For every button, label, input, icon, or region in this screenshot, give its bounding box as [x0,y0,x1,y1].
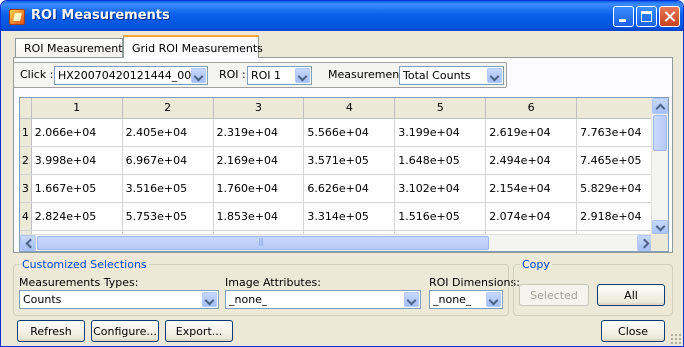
grid-table: 1 2 3 4 5 6 7 1 2.066e+04 2.405e+04 2.31… [20,98,668,251]
configure-button[interactable]: Configure... [91,320,159,342]
image-attributes-value: _none_ [229,293,268,306]
click-label: Click : [20,68,54,81]
image-attributes-select[interactable]: _none_ [225,290,421,309]
scroll-up-icon[interactable] [652,98,668,114]
grid-corner-cell [20,98,32,119]
grid-cell[interactable]: 2.319e+04 [213,118,305,147]
vertical-scrollbar[interactable] [651,98,668,236]
grid-cell[interactable]: 2.619e+04 [485,118,578,147]
horizontal-scroll-thumb[interactable] [37,236,489,250]
grid-cell[interactable]: 3.998e+04 [31,146,123,175]
minimize-button[interactable] [613,6,634,27]
copy-legend: Copy [520,258,552,271]
grid-cell[interactable]: 2.824e+05 [31,202,123,231]
roi-dimensions-value: _none_ [433,293,472,306]
tab-roi-measurements[interactable]: ROI Measurements [15,38,128,58]
grid-cell[interactable]: 3.516e+05 [122,174,214,203]
grid-cell[interactable]: 1.648e+05 [394,146,487,175]
column-header[interactable]: 5 [394,98,487,119]
roi-dimensions-select[interactable]: _none_ [429,290,503,309]
measurement-select-value: Total Counts [403,69,471,82]
chevron-down-icon [486,292,501,307]
copy-selected-button[interactable]: Selected [519,284,589,306]
grid-cell[interactable]: 2.494e+04 [485,146,578,175]
grid-cell[interactable]: 1.853e+04 [213,202,305,231]
grid-cell[interactable]: 1.516e+05 [394,202,487,231]
customized-selections-legend: Customized Selections [20,258,149,271]
chevron-down-icon [404,292,419,307]
grid-cell[interactable]: 2.405e+04 [122,118,214,147]
grid-cell[interactable]: 2.074e+04 [485,202,578,231]
row-header[interactable]: 1 [20,118,32,147]
column-header[interactable]: 4 [303,98,396,119]
click-select[interactable]: HX20070420121444_001 [54,66,208,85]
horizontal-scrollbar[interactable] [20,234,668,251]
grid-cell[interactable]: 2.154e+04 [485,174,578,203]
table-row: 3 1.667e+05 3.516e+05 1.760e+04 6.626e+0… [20,174,668,203]
copy-all-button[interactable]: All [597,284,665,306]
selector-bar: Click : HX20070420121444_001 ROI : ROI 1… [13,62,507,88]
column-header[interactable]: 2 [122,98,214,119]
chevron-down-icon [295,68,310,83]
grid-cell[interactable]: 1.667e+05 [31,174,123,203]
column-header[interactable]: 3 [213,98,305,119]
table-row: 4 2.824e+05 5.753e+05 1.853e+04 3.314e+0… [20,202,668,231]
roi-measurements-window: ROI Measurements ROI Measurements Grid R… [0,0,684,347]
click-select-value: HX20070420121444_001 [58,69,199,82]
close-button[interactable]: Close [601,320,665,342]
grid-cell[interactable]: 2.066e+04 [31,118,123,147]
image-attributes-label: Image Attributes: [225,276,321,289]
vertical-scroll-thumb[interactable] [653,115,667,151]
measurement-grid: 1 2 3 4 5 6 7 1 2.066e+04 2.405e+04 2.31… [19,97,669,252]
table-row: 1 2.066e+04 2.405e+04 2.319e+04 5.566e+0… [20,118,668,147]
grid-cell[interactable]: 6.626e+04 [303,174,396,203]
column-header[interactable]: 1 [31,98,123,119]
roi-label: ROI : [219,68,246,81]
roi-select-value: ROI 1 [251,69,282,82]
export-button[interactable]: Export... [165,320,233,342]
window-title: ROI Measurements [31,8,170,23]
roi-select[interactable]: ROI 1 [247,66,312,85]
roi-dimensions-label: ROI Dimensions: [429,276,520,289]
grid-cell[interactable]: 6.967e+04 [122,146,214,175]
maximize-button[interactable] [636,6,657,27]
row-header[interactable]: 4 [20,202,32,231]
grid-cell[interactable]: 3.102e+04 [394,174,487,203]
title-bar[interactable]: ROI Measurements [1,1,683,31]
measurement-types-label: Measurements Types: [19,276,139,289]
grid-cell[interactable]: 3.314e+05 [303,202,396,231]
refresh-button[interactable]: Refresh [17,320,85,342]
grid-header-row: 1 2 3 4 5 6 7 [20,98,668,119]
table-row: 2 3.998e+04 6.967e+04 2.169e+04 3.571e+0… [20,146,668,175]
resize-grip-icon[interactable] [670,333,681,344]
grid-cell[interactable]: 3.571e+05 [303,146,396,175]
tab-grid-roi-measurements[interactable]: Grid ROI Measurements [123,35,263,58]
grid-cell[interactable]: 3.199e+04 [394,118,487,147]
close-window-button[interactable] [659,6,680,27]
grid-cell[interactable]: 5.753e+05 [122,202,214,231]
grid-cell[interactable]: 5.566e+04 [303,118,396,147]
chevron-down-icon [202,292,217,307]
measurement-types-value: Counts [23,293,62,306]
scrollbar-corner [651,234,668,251]
column-header[interactable]: 6 [485,98,578,119]
grid-cell[interactable]: 1.760e+04 [213,174,305,203]
scroll-left-icon[interactable] [20,235,36,251]
app-icon [9,9,25,25]
row-header[interactable]: 3 [20,174,32,203]
grid-cell[interactable]: 2.169e+04 [213,146,305,175]
row-header[interactable]: 2 [20,146,32,175]
chevron-down-icon [191,68,206,83]
measurement-select[interactable]: Total Counts [399,66,504,85]
measurement-types-select[interactable]: Counts [19,290,219,309]
chevron-down-icon [487,68,502,83]
